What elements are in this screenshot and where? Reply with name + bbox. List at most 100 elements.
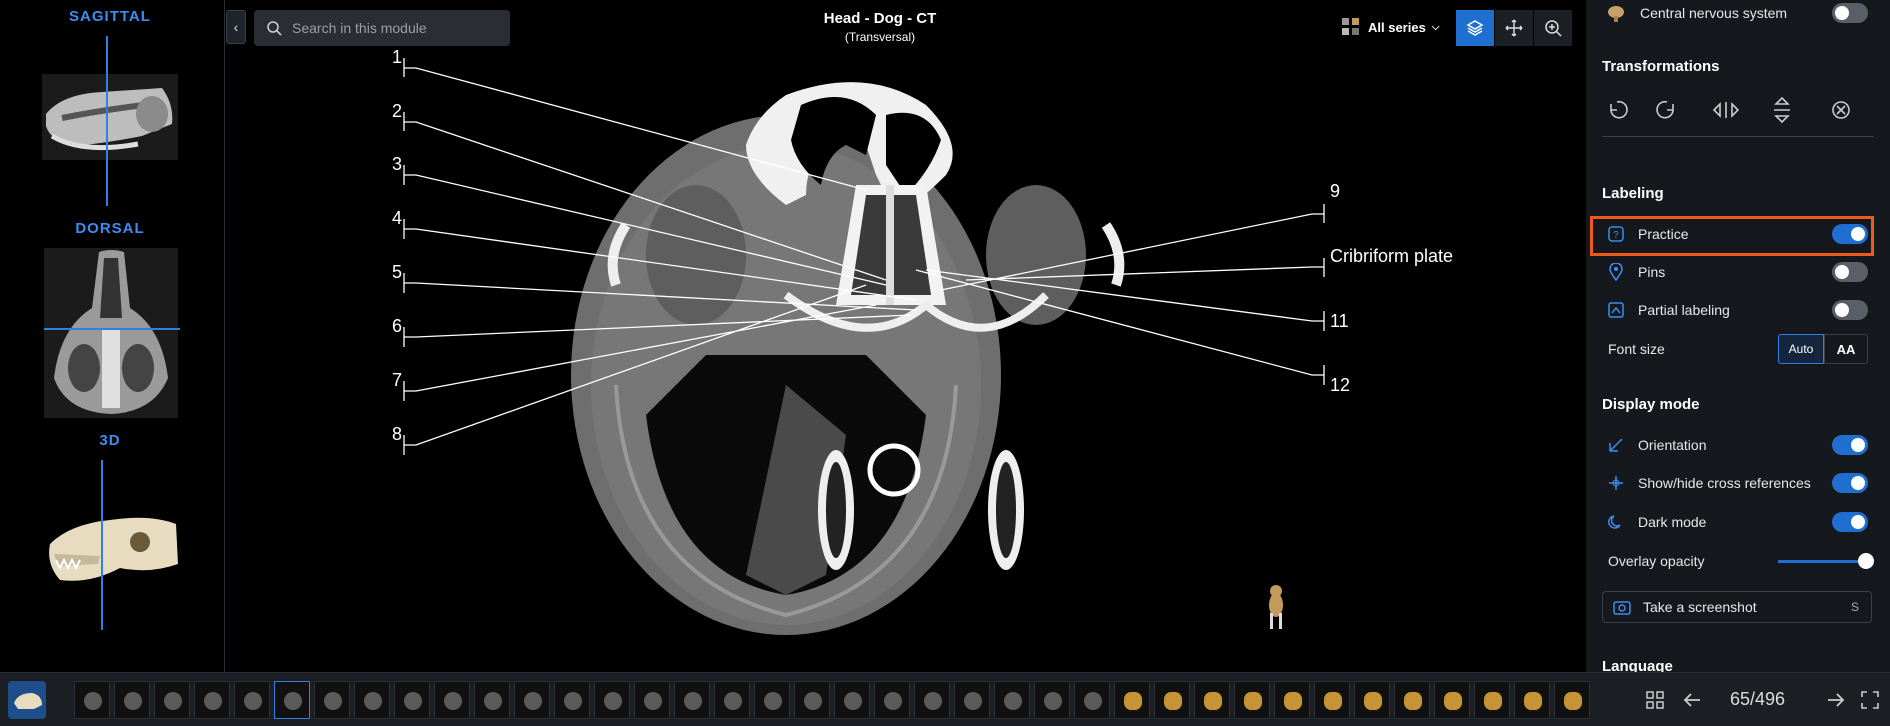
series-thumbnail[interactable]	[914, 681, 950, 719]
sagittal-thumbnail[interactable]	[42, 74, 178, 160]
anatomy-label-cribriform-plate[interactable]: Cribriform plate	[1330, 246, 1453, 267]
view-title-3d: 3D	[99, 432, 121, 449]
display-mode-heading: Display mode	[1602, 396, 1700, 413]
series-thumbnail[interactable]	[634, 681, 670, 719]
anatomy-label-6[interactable]: 6	[392, 316, 402, 337]
dark-mode-row: Dark mode	[1586, 507, 1890, 537]
cross-references-toggle[interactable]	[1832, 473, 1868, 493]
pan-button[interactable]	[1495, 10, 1533, 46]
cross-references-icon	[1606, 473, 1626, 493]
series-thumbnail-3d[interactable]	[1514, 681, 1550, 719]
overlay-opacity-handle[interactable]	[1858, 553, 1874, 569]
series-thumbnail[interactable]	[74, 681, 110, 719]
screenshot-button[interactable]: Take a screenshot S	[1602, 591, 1872, 623]
series-thumbnail-3d[interactable]	[1354, 681, 1390, 719]
skull-logo-icon	[14, 693, 42, 709]
series-thumbnail-3d[interactable]	[1474, 681, 1510, 719]
arrow-right-icon[interactable]	[1826, 690, 1846, 710]
font-size-auto-button[interactable]: Auto	[1778, 334, 1824, 364]
series-thumbnail[interactable]	[874, 681, 910, 719]
anatomy-label-12[interactable]: 12	[1330, 375, 1350, 396]
series-thumbnail[interactable]	[474, 681, 510, 719]
series-thumbnail[interactable]	[114, 681, 150, 719]
series-thumbnail[interactable]	[954, 681, 990, 719]
series-thumbnail-3d[interactable]	[1314, 681, 1350, 719]
grid-view-icon[interactable]	[1645, 690, 1665, 710]
series-thumbnail-3d[interactable]	[1114, 681, 1150, 719]
anatomy-label-1[interactable]: 1	[392, 47, 402, 68]
anatomy-label-4[interactable]: 4	[392, 208, 402, 229]
partial-labeling-label: Partial labeling	[1638, 302, 1730, 318]
series-thumbnail-3d[interactable]	[1194, 681, 1230, 719]
dorsal-crosshair[interactable]	[44, 328, 180, 330]
series-thumbnail-3d[interactable]	[1234, 681, 1270, 719]
practice-highlight-box	[1590, 216, 1874, 256]
sagittal-crosshair[interactable]	[106, 36, 108, 206]
anatomy-label-9[interactable]: 9	[1330, 181, 1340, 202]
anatomy-label-7[interactable]: 7	[392, 370, 402, 391]
transformations-heading: Transformations	[1602, 58, 1720, 75]
search-box[interactable]	[254, 10, 510, 46]
zoom-button[interactable]	[1534, 10, 1572, 46]
series-thumbnail-3d[interactable]	[1434, 681, 1470, 719]
series-thumbnail[interactable]	[794, 681, 830, 719]
series-thumbnail-3d[interactable]	[1274, 681, 1310, 719]
series-thumbnail[interactable]	[594, 681, 630, 719]
series-thumbnail-3d[interactable]	[1554, 681, 1590, 719]
font-size-large-button[interactable]: AA	[1824, 334, 1868, 364]
overlay-opacity-label: Overlay opacity	[1608, 553, 1705, 569]
anatomy-label-8[interactable]: 8	[392, 424, 402, 445]
dorsal-thumbnail[interactable]	[44, 248, 178, 418]
study-subtitle: (Transversal)	[844, 30, 916, 44]
series-thumbnail[interactable]	[714, 681, 750, 719]
series-selector[interactable]: All series ⌵	[1340, 16, 1439, 38]
partial-labeling-toggle[interactable]	[1832, 300, 1868, 320]
series-thumbnail[interactable]	[554, 681, 590, 719]
font-size-label: Font size	[1608, 341, 1665, 357]
partial-labeling-row: Partial labeling	[1586, 295, 1890, 325]
ct-slice-image[interactable]	[226, 55, 1586, 665]
cns-toggle[interactable]	[1832, 3, 1868, 23]
dark-mode-toggle[interactable]	[1832, 512, 1868, 532]
cross-references-row: Show/hide cross references	[1586, 468, 1890, 498]
series-thumbnail[interactable]	[354, 681, 390, 719]
series-thumbnail[interactable]	[234, 681, 270, 719]
search-input[interactable]	[292, 20, 492, 36]
series-thumbnail[interactable]	[434, 681, 470, 719]
arrow-left-icon[interactable]	[1682, 690, 1702, 710]
series-thumbnail[interactable]	[1034, 681, 1070, 719]
series-thumbnail[interactable]	[154, 681, 190, 719]
series-thumbnail[interactable]	[194, 681, 230, 719]
series-thumbnail[interactable]	[834, 681, 870, 719]
3d-thumbnail[interactable]	[40, 494, 180, 594]
anatomy-label-2[interactable]: 2	[392, 101, 402, 122]
series-label: All series	[1368, 19, 1426, 35]
study-title-block: Head - Dog - CT (Transversal)	[780, 10, 980, 44]
study-title: Head - Dog - CT	[823, 10, 937, 27]
series-icon	[1342, 18, 1359, 35]
pins-label: Pins	[1638, 264, 1666, 280]
series-thumbnail[interactable]	[514, 681, 550, 719]
collapse-left-panel-button[interactable]: ‹	[226, 10, 246, 44]
fullscreen-icon[interactable]	[1860, 690, 1880, 710]
anatomy-label-5[interactable]: 5	[392, 262, 402, 283]
series-thumbnail[interactable]	[1074, 681, 1110, 719]
divider	[1602, 136, 1874, 137]
series-thumbnail[interactable]	[674, 681, 710, 719]
module-logo[interactable]	[8, 681, 46, 719]
pins-toggle[interactable]	[1832, 262, 1868, 282]
series-thumbnail[interactable]	[314, 681, 350, 719]
overlay-opacity-slider[interactable]	[1778, 560, 1864, 563]
anatomy-label-11[interactable]: 11	[1330, 311, 1349, 332]
series-thumbnail-active[interactable]	[274, 681, 310, 719]
anatomy-label-3[interactable]: 3	[392, 154, 402, 175]
series-thumbnail[interactable]	[754, 681, 790, 719]
series-thumbnail[interactable]	[394, 681, 430, 719]
series-thumbnail[interactable]	[994, 681, 1030, 719]
series-thumbnail-3d[interactable]	[1154, 681, 1190, 719]
layers-button[interactable]	[1456, 10, 1494, 46]
series-thumbnail-3d[interactable]	[1394, 681, 1430, 719]
orientation-toggle[interactable]	[1832, 435, 1868, 455]
rotate-left-icon	[1610, 100, 1628, 119]
3d-crosshair[interactable]	[101, 460, 103, 630]
